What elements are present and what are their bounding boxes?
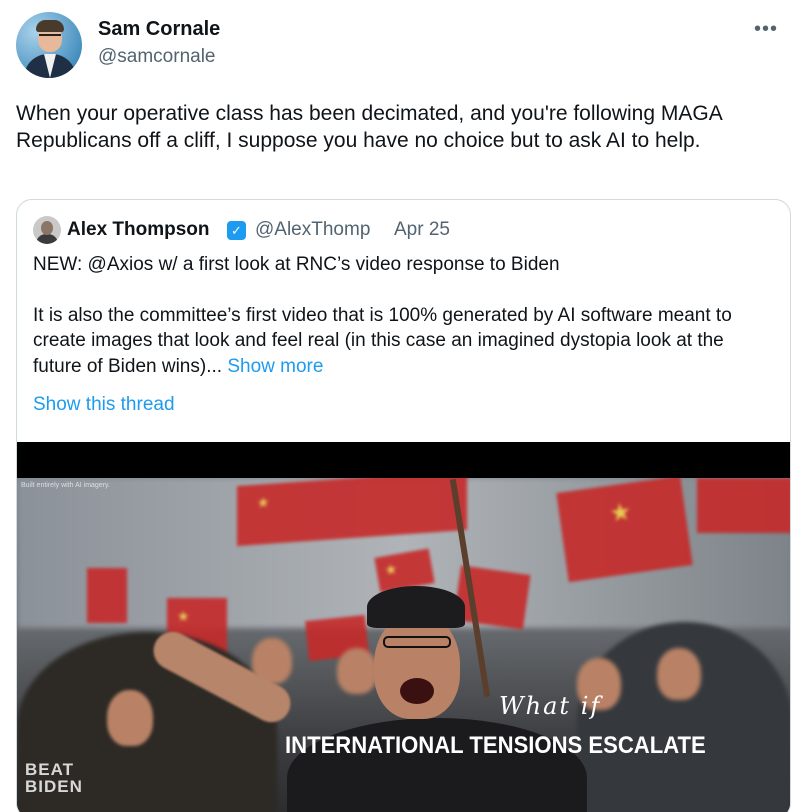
protester-cap: [367, 586, 465, 628]
video-overlay-headline: INTERNATIONAL TENSIONS ESCALATE: [285, 732, 706, 759]
quote-paragraph-2-text: It is also the committee’s first video t…: [33, 304, 732, 377]
logo-line-2: BIDEN: [25, 777, 83, 796]
quote-paragraph-2: It is also the committee’s first video t…: [33, 303, 773, 380]
author-avatar[interactable]: [16, 12, 82, 78]
beat-biden-logo: BEAT BIDEN: [25, 761, 83, 795]
protester-mouth: [400, 678, 434, 704]
quote-author-name[interactable]: Alex Thompson: [67, 219, 210, 241]
crowd-face-5: [657, 648, 701, 700]
ai-imagery-watermark: Built entirely with AI imagery.: [21, 482, 110, 489]
quote-date[interactable]: Apr 25: [394, 219, 450, 241]
flag-2: ★: [556, 478, 693, 583]
avatar-body: [36, 234, 58, 244]
crowd-face-3: [337, 648, 377, 694]
author-handle[interactable]: @samcornale: [98, 46, 216, 68]
avatar-glasses: [39, 34, 61, 39]
author-name[interactable]: Sam Cornale: [98, 18, 220, 41]
logo-line-1: BEAT: [25, 760, 75, 779]
tweet-text: When your operative class has been decim…: [16, 102, 722, 152]
quote-author-avatar[interactable]: [33, 216, 61, 244]
flag-8: [87, 568, 127, 623]
video-frame: ★ ★ ★ ★ Built entirely with AI imagery. …: [17, 478, 790, 812]
verified-badge-icon: ✓: [227, 221, 246, 240]
quote-text: NEW: @Axios w/ a first look at RNC’s vid…: [33, 252, 773, 379]
video-overlay-what-if: What if: [499, 692, 602, 720]
quoted-tweet-card[interactable]: Alex Thompson ✓ @AlexThomp Apr 25 NEW: @…: [16, 199, 791, 812]
avatar-head: [41, 221, 53, 235]
show-thread-link[interactable]: Show this thread: [33, 394, 175, 416]
show-more-link[interactable]: Show more: [227, 356, 323, 377]
embedded-video[interactable]: ★ ★ ★ ★ Built entirely with AI imagery. …: [17, 442, 790, 812]
crowd-face-1: [107, 690, 153, 746]
protester-glasses: [383, 636, 451, 648]
quote-paragraph-1: NEW: @Axios w/ a first look at RNC’s vid…: [33, 254, 560, 275]
flag-3: [697, 478, 790, 533]
more-options-icon[interactable]: •••: [754, 18, 778, 41]
quote-author-handle[interactable]: @AlexThomp: [255, 219, 370, 241]
avatar-hair: [36, 20, 64, 32]
